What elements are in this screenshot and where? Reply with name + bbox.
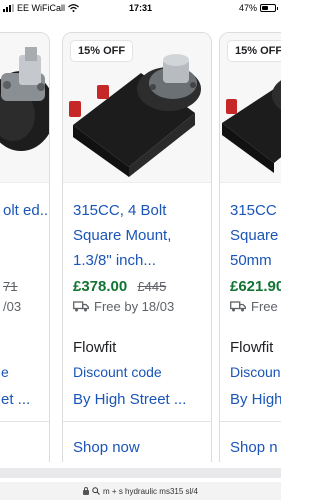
store-link[interactable]: By High bbox=[230, 391, 281, 408]
current-price: £621.90 bbox=[230, 278, 281, 295]
shop-now-button[interactable]: Shop n bbox=[230, 439, 278, 456]
battery-icon bbox=[260, 4, 278, 12]
product-title[interactable]: 315CC Square 50mm bbox=[230, 198, 281, 273]
divider bbox=[63, 421, 211, 422]
discount-badge: 15% OFF bbox=[228, 41, 281, 61]
store-link[interactable]: et ... bbox=[1, 391, 30, 408]
price-row: £378.00 £445 bbox=[73, 278, 166, 295]
price-row: 71 bbox=[3, 278, 17, 295]
delivery-info: Free by 18/03 bbox=[73, 299, 174, 314]
seller-name: Flowfit bbox=[73, 339, 117, 356]
discount-code-link[interactable]: Discount code bbox=[73, 364, 162, 380]
seller-name: Flowfit bbox=[230, 339, 274, 356]
product-image[interactable] bbox=[0, 33, 49, 183]
discount-badge: 15% OFF bbox=[71, 41, 133, 61]
delivery-info: /03 bbox=[3, 299, 21, 314]
search-icon bbox=[92, 487, 100, 495]
address-text[interactable]: m + s hydraulic ms315 sl/4 bbox=[103, 487, 198, 496]
divider bbox=[0, 421, 49, 422]
product-carousel[interactable]: olt ed... 71 /03 e et ... 15% OFF 315CC,… bbox=[0, 22, 281, 462]
original-price: 71 bbox=[3, 279, 18, 294]
section-divider bbox=[0, 468, 281, 478]
delivery-truck-icon bbox=[73, 301, 89, 312]
product-image[interactable]: 15% OFF bbox=[220, 33, 281, 183]
address-bar[interactable]: m + s hydraulic ms315 sl/4 bbox=[0, 482, 281, 500]
shop-now-button[interactable]: Shop now bbox=[73, 439, 140, 456]
product-card-partial-left[interactable]: olt ed... 71 /03 e et ... bbox=[0, 32, 50, 462]
delivery-label: /03 bbox=[3, 299, 22, 314]
price-row: £621.90 bbox=[230, 278, 281, 295]
lock-icon bbox=[83, 486, 90, 495]
delivery-label: Free by 18/03 bbox=[94, 299, 175, 314]
battery-percent: 47% bbox=[238, 3, 257, 13]
status-right: 47% bbox=[238, 3, 278, 13]
store-link[interactable]: By High Street ... bbox=[73, 391, 186, 408]
discount-code-link[interactable]: Discoun bbox=[230, 364, 281, 380]
product-card[interactable]: 15% OFF 315CC, 4 Bolt Square Mount, 1.3/… bbox=[62, 32, 212, 462]
product-card-partial-right[interactable]: 15% OFF 315CC Square 50mm £621.90 Free F… bbox=[219, 32, 281, 462]
status-bar: EE WiFiCall 17:31 47% bbox=[0, 0, 281, 18]
product-title[interactable]: 315CC, 4 Bolt Square Mount, 1.3/8" inch.… bbox=[73, 198, 209, 273]
discount-code-link[interactable]: e bbox=[1, 364, 9, 380]
delivery-info: Free bbox=[230, 299, 278, 314]
original-price: £445 bbox=[137, 279, 167, 294]
current-price: £378.00 bbox=[73, 278, 128, 295]
product-title[interactable]: olt ed... bbox=[3, 198, 49, 223]
delivery-truck-icon bbox=[230, 301, 246, 312]
divider bbox=[220, 421, 281, 422]
product-image[interactable]: 15% OFF bbox=[63, 33, 211, 183]
delivery-label: Free bbox=[251, 299, 278, 314]
